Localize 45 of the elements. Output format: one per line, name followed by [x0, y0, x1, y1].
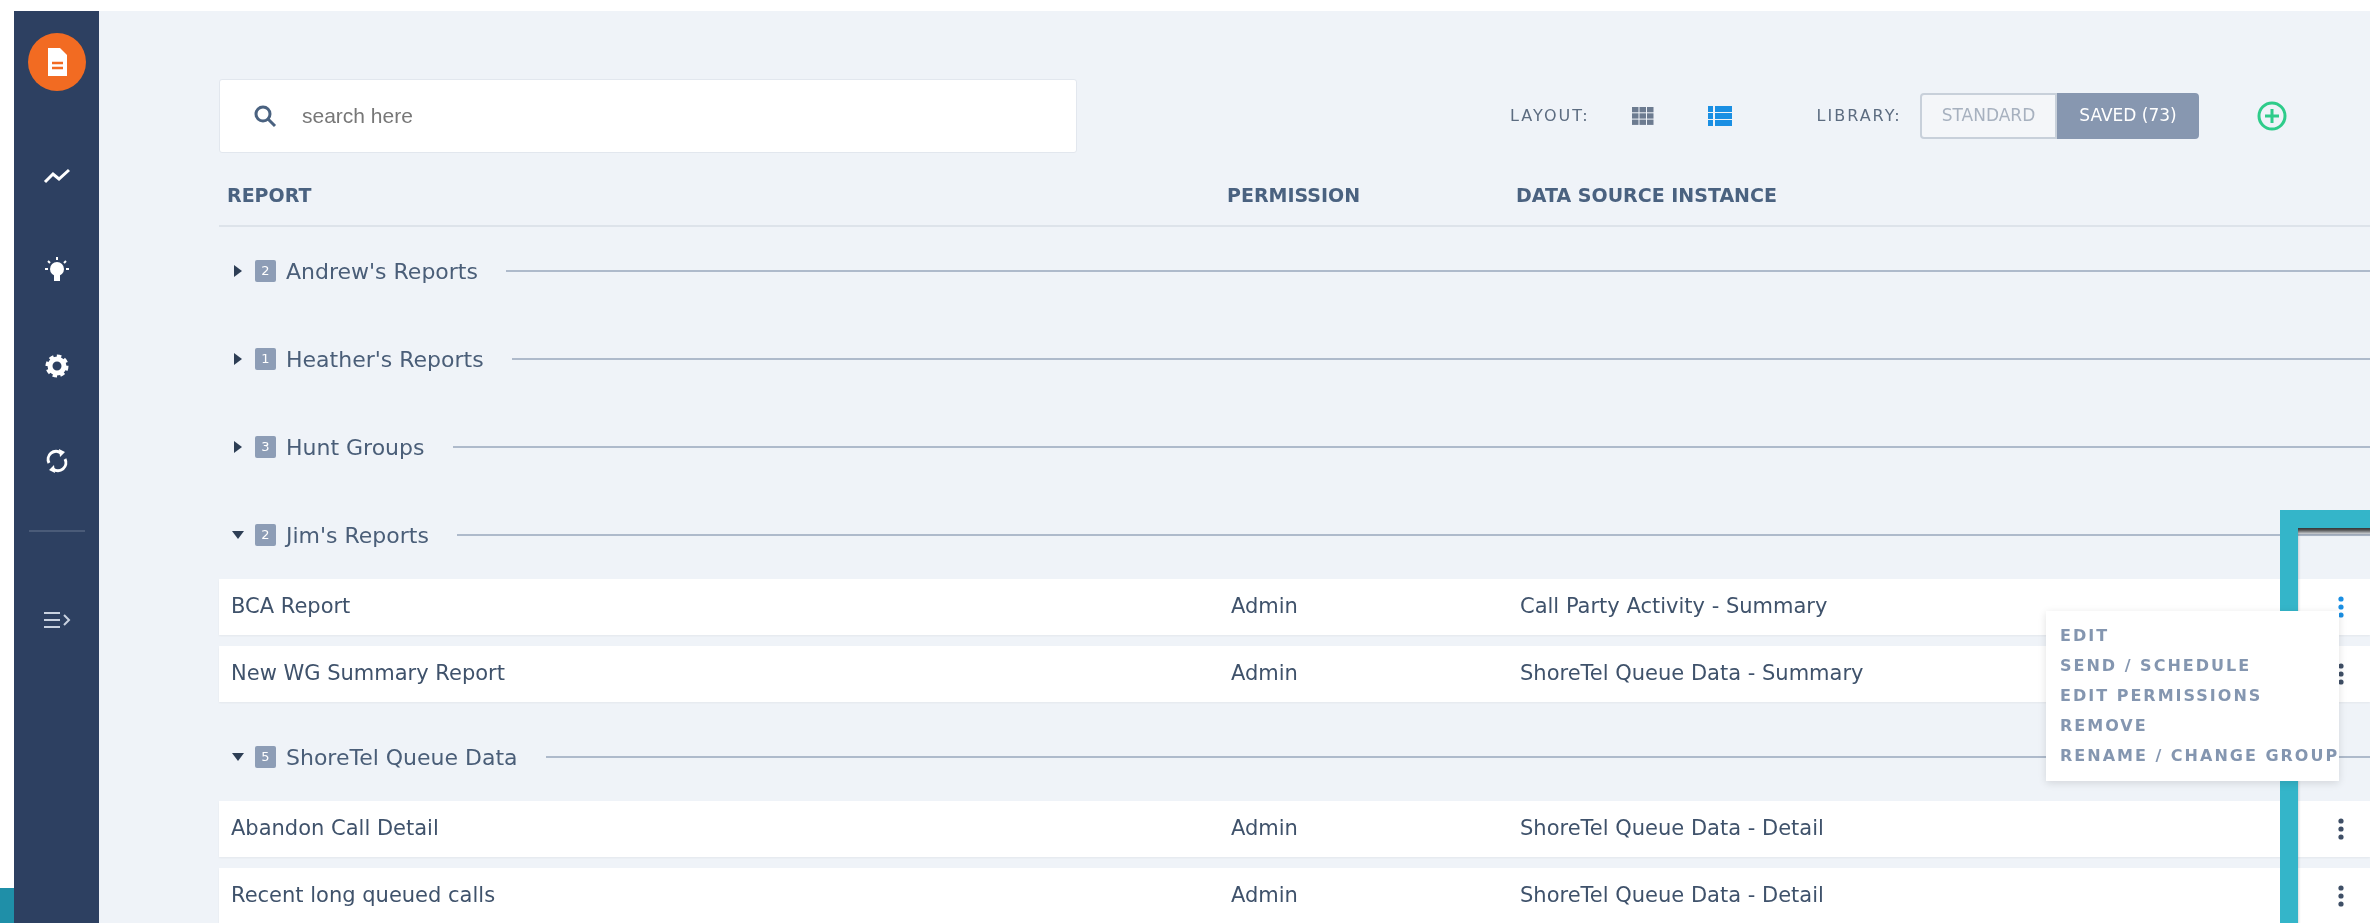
data-source-cell-text: Call Party Activity - Summary: [1520, 593, 1828, 621]
more-icon[interactable]: [2338, 818, 2344, 840]
report-name: Abandon Call Detail: [231, 815, 439, 843]
group-title[interactable]: Heather's Reports: [286, 342, 484, 376]
column-header: REPORT: [227, 182, 313, 208]
count-badge: 2: [255, 260, 276, 282]
caret-down-icon[interactable]: [231, 530, 245, 540]
grid-view-icon[interactable]: [1631, 107, 1654, 125]
edge-strip: [0, 888, 14, 923]
document-icon[interactable]: [27, 33, 86, 91]
data-source-cell-text: ShoreTel Queue Data - Summary: [1520, 660, 1864, 688]
report-name: BCA Report: [231, 593, 351, 621]
count-badge: 1: [255, 348, 276, 370]
permission-cell-text: Admin: [1231, 660, 1298, 688]
count-badge: 2: [255, 524, 276, 546]
report-row[interactable]: Abandon Call Detail Admin ShoreTel Queue Data - Detail: [219, 801, 2370, 857]
search-field[interactable]: search here: [219, 79, 1077, 153]
menu-item[interactable]: RENAME / CHANGE GROUP: [2060, 741, 2340, 771]
search-icon: [253, 104, 277, 128]
menu-item[interactable]: REMOVE: [2060, 711, 2148, 741]
library-label: LIBRARY:: [1816, 105, 1902, 127]
column-header: PERMISSION: [1227, 182, 1362, 208]
list-view-icon[interactable]: [1707, 106, 1732, 126]
data-source-cell-text: ShoreTel Queue Data - Detail: [1520, 815, 1824, 843]
report-name: New WG Summary Report: [231, 660, 505, 688]
group-title[interactable]: Jim's Reports: [286, 518, 429, 552]
caret-down-icon[interactable]: [231, 752, 245, 762]
count-badge: 5: [255, 746, 276, 768]
more-icon[interactable]: [2338, 663, 2344, 685]
permission-cell-text: Admin: [1231, 882, 1298, 910]
group-title[interactable]: ShoreTel Queue Data: [286, 740, 518, 774]
column-header: DATA SOURCE INSTANCE: [1516, 182, 1778, 208]
menu-item[interactable]: SEND / SCHEDULE: [2060, 651, 2252, 681]
group-title[interactable]: Andrew's Reports: [286, 254, 478, 288]
count-badge: 3: [255, 436, 276, 458]
permission-cell-text: Admin: [1231, 815, 1298, 843]
collapse-icon[interactable]: [41, 610, 72, 629]
chart-icon[interactable]: [42, 166, 71, 185]
data-source-cell-text: ShoreTel Queue Data - Detail: [1520, 882, 1824, 910]
more-icon[interactable]: [2338, 885, 2344, 907]
layout-label: LAYOUT:: [1510, 105, 1590, 127]
report-name: Recent long queued calls: [231, 882, 496, 910]
report-row[interactable]: Recent long queued calls Admin ShoreTel Queue Data - Detail: [219, 868, 2370, 923]
group-title[interactable]: Hunt Groups: [286, 430, 425, 464]
permission-cell-text: Admin: [1231, 593, 1298, 621]
